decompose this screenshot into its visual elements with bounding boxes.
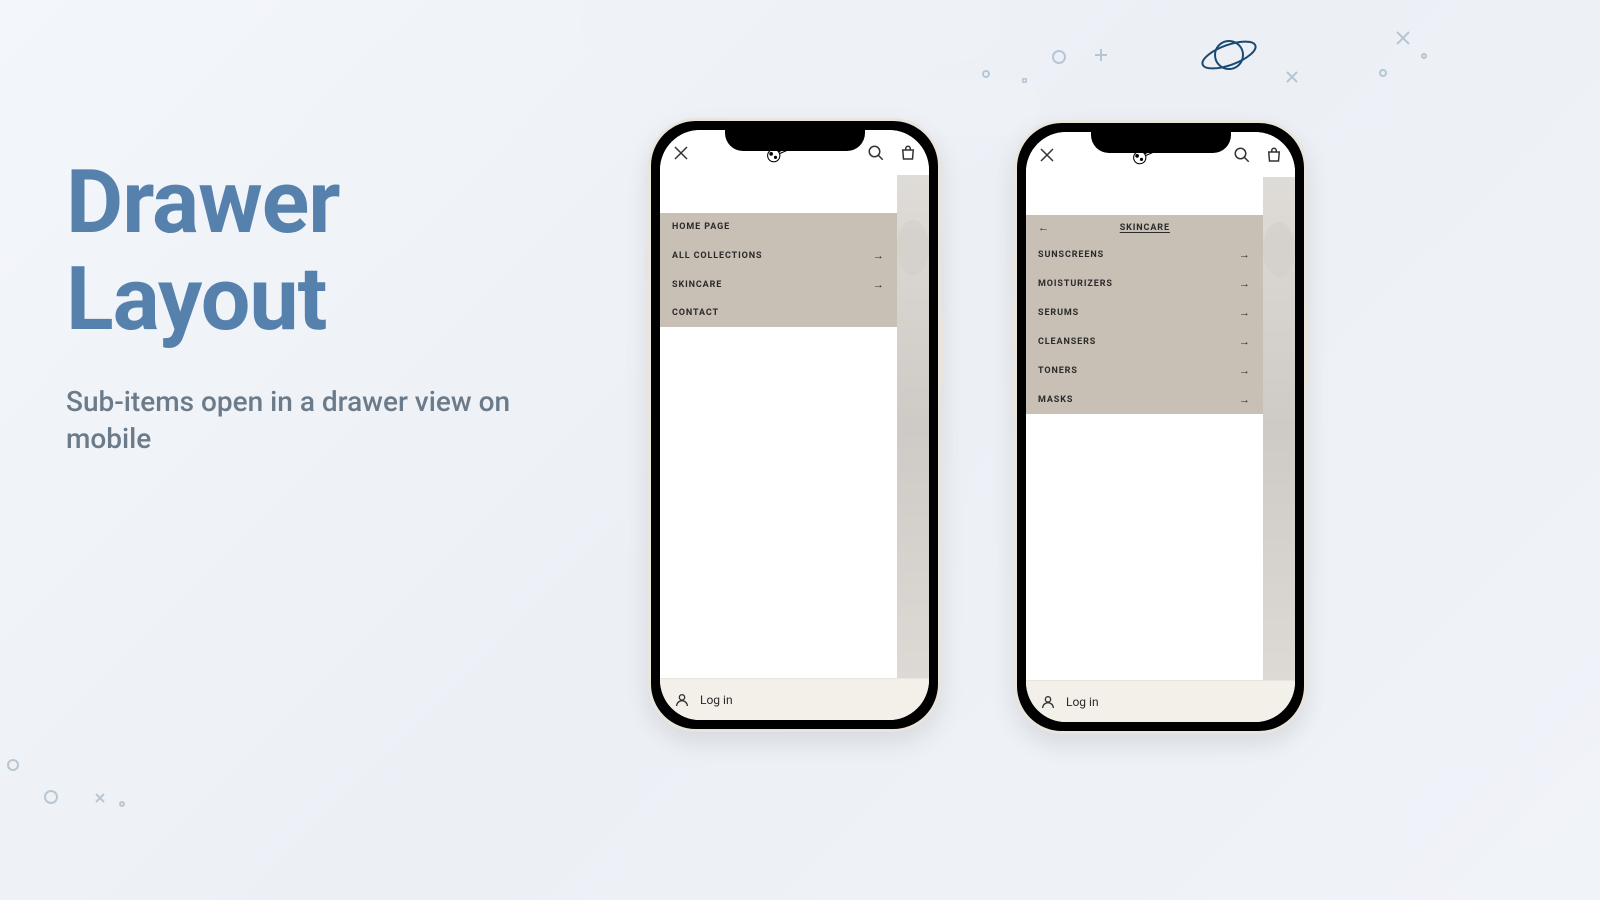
planet-icon [1199,30,1259,80]
menu-item-label: CONTACT [672,308,719,318]
page-title: Drawer Layout [66,155,586,349]
circle-doodle-icon [42,788,60,806]
menu-item-label: MOISTURIZERS [1038,279,1113,289]
search-icon[interactable] [867,144,885,162]
submenu-item-cleansers[interactable]: CLEANSERS → [1026,327,1263,356]
phone-mockup-primary: HOME PAGE ALL COLLECTIONS → SKINCARE → C… [648,118,941,732]
dot-doodle-icon [982,70,990,78]
submenu-item-sunscreens[interactable]: SUNSCREENS → [1026,240,1263,269]
circle-doodle-icon [6,758,20,772]
back-icon[interactable]: ← [1038,222,1050,233]
chevron-right-icon: → [1239,394,1251,405]
phone-mockup-submenu: ← SKINCARE SUNSCREENS → MOISTURIZERS → S… [1014,120,1307,734]
user-icon [674,692,690,708]
cart-icon[interactable] [899,144,917,162]
dot-doodle-icon [1420,52,1428,60]
chevron-right-icon: → [1239,278,1251,289]
page-subtitle: Sub-items open in a drawer view on mobil… [66,383,586,459]
chevron-right-icon: → [1239,336,1251,347]
login-label: Log in [1066,695,1099,709]
submenu-item-toners[interactable]: TONERS → [1026,356,1263,385]
menu-item-label: MASKS [1038,395,1073,405]
circle-doodle-icon [1050,48,1068,66]
close-icon[interactable] [1038,146,1056,164]
menu-item-label: HOME PAGE [672,222,730,232]
menu-item-label: SKINCARE [672,280,722,290]
user-icon [1040,694,1056,710]
drawer-submenu: ← SKINCARE SUNSCREENS → MOISTURIZERS → S… [1026,215,1263,414]
content-preview-strip [897,175,929,678]
chevron-right-icon: → [1239,307,1251,318]
dot-doodle-icon [1378,68,1388,78]
menu-item-home-page[interactable]: HOME PAGE [660,213,897,241]
submenu-title: SKINCARE [1050,223,1240,233]
menu-item-label: CLEANSERS [1038,337,1096,347]
cart-icon[interactable] [1265,146,1283,164]
submenu-item-masks[interactable]: MASKS → [1026,385,1263,414]
menu-item-label: SERUMS [1038,308,1079,318]
submenu-item-serums[interactable]: SERUMS → [1026,298,1263,327]
menu-item-contact[interactable]: CONTACT [660,299,897,327]
menu-item-label: ALL COLLECTIONS [672,251,762,261]
dot-doodle-icon [118,800,126,808]
drawer-menu: HOME PAGE ALL COLLECTIONS → SKINCARE → C… [660,213,897,327]
login-label: Log in [700,693,733,707]
dot-doodle-icon [1022,78,1027,83]
sparkle-icon [1395,30,1411,46]
chevron-right-icon: → [873,250,885,261]
chevron-right-icon: → [1239,365,1251,376]
sparkle-icon [1285,70,1299,84]
search-icon[interactable] [1233,146,1251,164]
login-row[interactable]: Log in [1026,680,1295,722]
menu-item-label: SUNSCREENS [1038,250,1104,260]
chevron-right-icon: → [873,279,885,290]
sparkle-icon [1094,48,1108,62]
login-row[interactable]: Log in [660,678,929,720]
sparkle-icon [94,792,106,804]
menu-item-all-collections[interactable]: ALL COLLECTIONS → [660,241,897,270]
chevron-right-icon: → [1239,249,1251,260]
close-icon[interactable] [672,144,690,162]
menu-item-label: TONERS [1038,366,1078,376]
content-preview-strip [1263,177,1295,680]
menu-item-skincare[interactable]: SKINCARE → [660,270,897,299]
submenu-item-moisturizers[interactable]: MOISTURIZERS → [1026,269,1263,298]
